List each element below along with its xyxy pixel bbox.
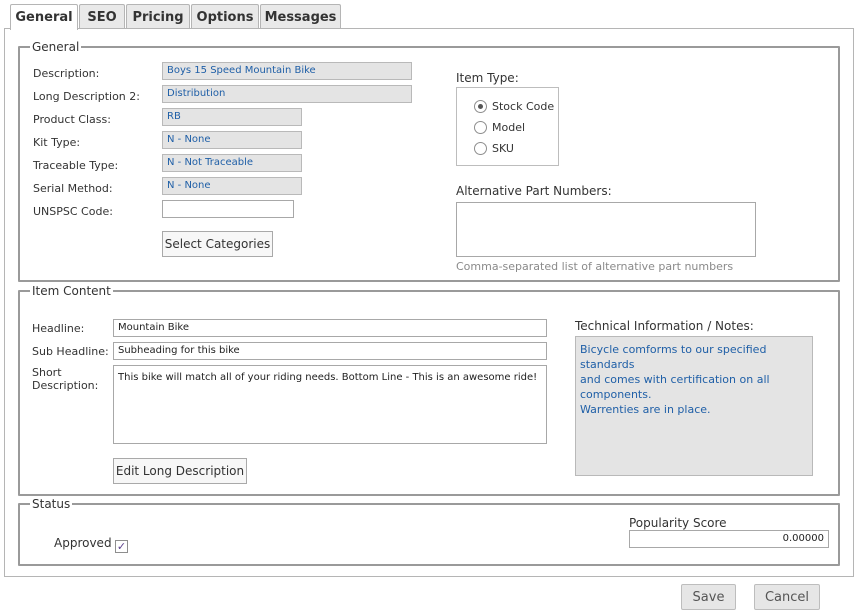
tab-seo[interactable]: SEO [79,4,125,29]
short-description-label-line2: Description: [32,379,99,392]
unspsc-code-label: UNSPSC Code: [33,205,113,218]
technical-notes-line1: Bicycle comforms to our specified standa… [580,343,767,371]
short-description-label-line1: Short [32,366,62,379]
technical-notes-line3: components. [580,388,652,401]
product-class-field[interactable]: RB [162,108,302,126]
description-field[interactable]: Boys 15 Speed Mountain Bike [162,62,412,80]
edit-long-description-button[interactable]: Edit Long Description [113,458,247,484]
kit-type-label: Kit Type: [33,136,81,149]
short-description-input[interactable]: This bike will match all of your riding … [113,365,547,444]
select-categories-button[interactable]: Select Categories [162,231,273,257]
tab-pricing[interactable]: Pricing [126,4,190,29]
approved-label: Approved [54,536,112,550]
technical-notes-label: Technical Information / Notes: [575,319,754,333]
technical-notes-field[interactable]: Bicycle comforms to our specified standa… [575,336,813,476]
sub-headline-input[interactable]: Subheading for this bike [113,342,547,360]
alt-part-numbers-input[interactable] [456,202,756,257]
cancel-button[interactable]: Cancel [754,584,820,610]
item-type-label: Item Type: [456,71,519,85]
technical-notes-line4: Warrenties are in place. [580,403,711,416]
status-legend: Status [30,496,73,512]
long-description-2-field[interactable]: Distribution [162,85,412,103]
item-content-legend: Item Content [30,283,113,299]
sku-radio[interactable] [474,142,487,155]
headline-label: Headline: [32,322,85,335]
sub-headline-label: Sub Headline: [32,345,109,358]
stock-code-radio[interactable] [474,100,487,113]
kit-type-field[interactable]: N - None [162,131,302,149]
headline-input[interactable]: Mountain Bike [113,319,547,337]
long-description-2-label: Long Description 2: [33,90,140,103]
alt-part-numbers-label: Alternative Part Numbers: [456,184,612,198]
product-class-label: Product Class: [33,113,111,126]
technical-notes-line2: and comes with certification on all [580,373,770,386]
popularity-score-label: Popularity Score [629,516,727,530]
sku-label[interactable]: SKU [492,142,514,155]
save-button[interactable]: Save [681,584,736,610]
unspsc-code-input[interactable] [162,200,294,218]
serial-method-label: Serial Method: [33,182,113,195]
stock-code-label[interactable]: Stock Code [492,100,554,113]
general-legend: General [30,39,82,55]
tab-options[interactable]: Options [191,4,259,29]
model-label[interactable]: Model [492,121,525,134]
check-icon: ✓ [116,540,127,553]
traceable-type-label: Traceable Type: [33,159,119,172]
tab-messages[interactable]: Messages [260,4,341,29]
description-label: Description: [33,67,100,80]
tab-general[interactable]: General [10,4,78,30]
traceable-type-field[interactable]: N - Not Traceable [162,154,302,172]
approved-checkbox[interactable]: ✓ [115,540,128,553]
popularity-score-input[interactable]: 0.00000 [629,530,829,548]
serial-method-field[interactable]: N - None [162,177,302,195]
alt-part-numbers-hint: Comma-separated list of alternative part… [456,260,734,273]
model-radio[interactable] [474,121,487,134]
